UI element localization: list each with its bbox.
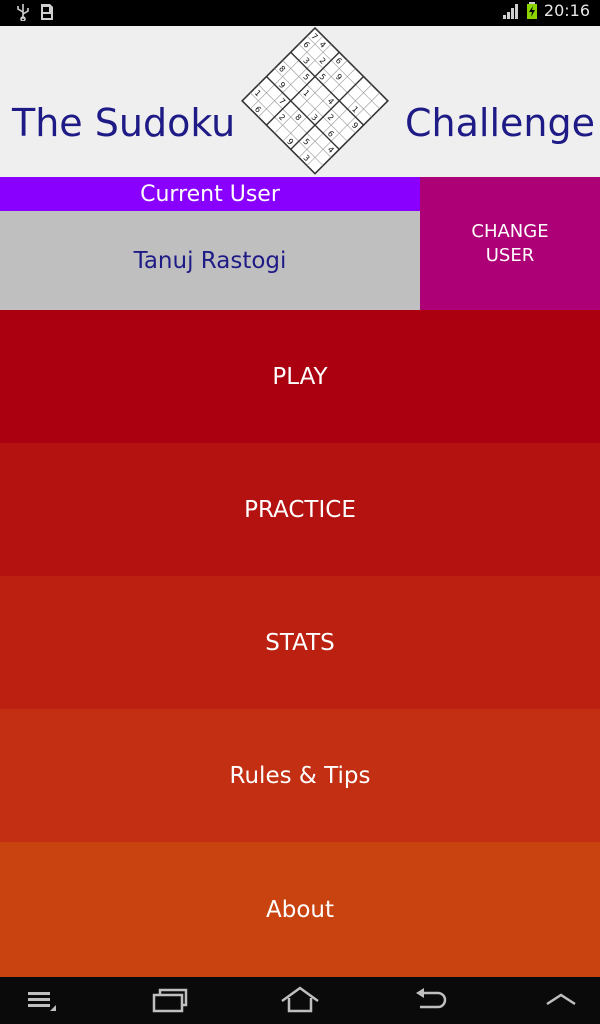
username-display: Tanuj Rastogi	[0, 211, 420, 310]
rules-tips-button[interactable]: Rules & Tips	[0, 709, 600, 842]
practice-button[interactable]: PRACTICE	[0, 443, 600, 576]
status-bar: 20:16	[0, 0, 600, 26]
title-left: The Sudoku	[12, 101, 236, 145]
back-icon[interactable]	[412, 985, 448, 1015]
status-left-icons	[16, 3, 54, 21]
about-button[interactable]: About	[0, 842, 600, 977]
play-button[interactable]: PLAY	[0, 310, 600, 443]
home-icon[interactable]	[280, 985, 320, 1015]
title-right: Challenge	[405, 101, 595, 145]
recent-apps-icon[interactable]	[152, 985, 188, 1015]
usb-icon	[17, 4, 29, 21]
menu-icon[interactable]	[26, 985, 58, 1015]
battery-icon	[526, 1, 537, 19]
status-time: 20:16	[543, 1, 590, 20]
sd-card-icon	[41, 4, 53, 20]
change-user-button[interactable]: CHANGE USER	[420, 177, 600, 310]
stats-button[interactable]: STATS	[0, 576, 600, 709]
status-right: 20:16	[502, 1, 590, 20]
nav-bar	[0, 977, 600, 1024]
signal-icon	[502, 3, 518, 19]
sudoku-grid-icon: 74 6 629 351 549 812 936 784 125 693	[241, 26, 389, 175]
chevron-up-icon[interactable]	[544, 985, 578, 1015]
current-user-label: Current User	[0, 177, 420, 211]
